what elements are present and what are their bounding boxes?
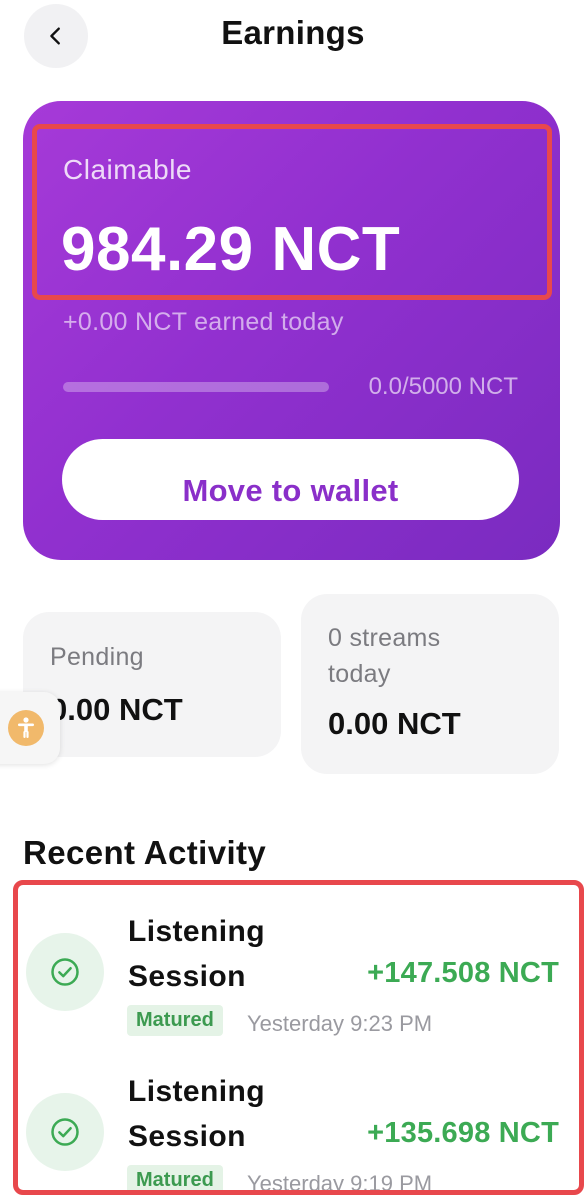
status-badge: Matured xyxy=(127,1165,223,1190)
activity-time: Yesterday 9:23 PM xyxy=(247,1011,433,1036)
accessibility-icon xyxy=(8,710,44,746)
status-badge: Matured xyxy=(127,1005,223,1036)
activity-title: Listening Session xyxy=(128,915,265,993)
earned-today-text: +0.00 NCT earned today xyxy=(63,308,344,336)
activity-amount: +147.508 NCT xyxy=(367,957,559,989)
check-circle-icon xyxy=(26,933,104,1011)
accessibility-button[interactable] xyxy=(0,692,60,764)
claimable-value: 984.29 NCT xyxy=(61,215,401,284)
recent-activity-title: Recent Activity xyxy=(23,834,267,871)
streams-today-label: 0 streams today xyxy=(328,624,441,688)
page-title: Earnings xyxy=(221,14,365,51)
move-to-wallet-label: Move to wallet xyxy=(182,473,399,508)
daily-progress-bar xyxy=(63,382,329,392)
activity-time: Yesterday 9:19 PM xyxy=(247,1171,433,1195)
activity-item[interactable]: Listening Session +147.508 NCT Matured Y… xyxy=(18,909,579,1059)
activity-amount: +135.698 NCT xyxy=(367,1117,559,1149)
activity-item[interactable]: Listening Session +135.698 NCT Matured Y… xyxy=(18,1069,579,1195)
activity-title: Listening Session xyxy=(128,1075,265,1153)
streams-today-card: 0 streams today 0.00 NCT xyxy=(301,594,559,774)
pending-value: 0.00 NCT xyxy=(50,692,183,727)
daily-progress-label: 0.0/5000 NCT xyxy=(368,373,518,400)
check-circle-icon xyxy=(26,1093,104,1171)
claimable-label: Claimable xyxy=(63,154,192,185)
move-to-wallet-button[interactable]: Move to wallet xyxy=(62,439,519,520)
pending-label: Pending xyxy=(50,643,144,671)
pending-card: Pending 0.00 NCT xyxy=(23,612,281,757)
recent-activity-list: Listening Session +147.508 NCT Matured Y… xyxy=(13,880,584,1195)
streams-today-value: 0.00 NCT xyxy=(328,706,461,741)
